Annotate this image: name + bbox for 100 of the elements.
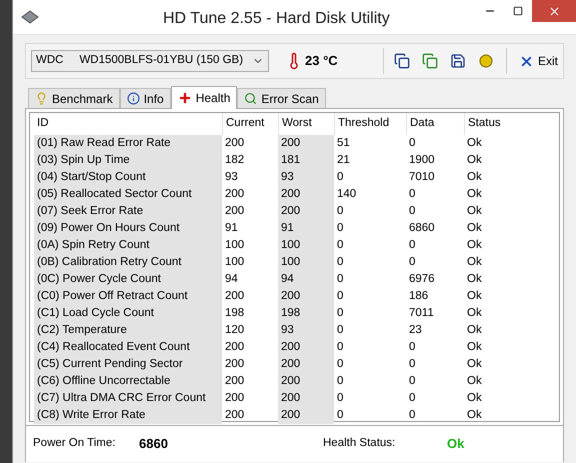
table-cell-text: 21: [336, 152, 351, 168]
table-cell-text: Ok: [466, 408, 483, 423]
table-cell-text: Ok: [466, 288, 483, 304]
table-cell: (C4) Reallocated Event Count: [34, 339, 222, 356]
table-cell: (C0) Power Off Retract Count: [34, 288, 222, 305]
drive-dropdown[interactable]: WDC WD1500BLFS-01YBU (150 GB): [31, 50, 269, 72]
table-cell-text: 0: [336, 254, 344, 270]
table-cell: 100: [278, 254, 334, 271]
table-cell-text: 0: [336, 220, 344, 236]
close-icon: [548, 4, 560, 18]
table-cell-text: 0: [336, 288, 344, 304]
table-cell: (C1) Load Cycle Count: [34, 305, 222, 322]
table-cell-text: 0: [408, 340, 416, 355]
table-cell-text: 182: [224, 152, 246, 168]
table-cell-text: 94: [224, 272, 239, 287]
magnifier-icon: [244, 92, 258, 105]
maximize-icon: [513, 6, 523, 16]
table-cell-text: 6976: [408, 272, 436, 287]
table-cell-text: 6860: [408, 220, 436, 236]
temperature-reading: 23 °C: [305, 52, 338, 70]
table-cell-text: 100: [224, 254, 246, 270]
table-cell: 93: [278, 322, 334, 339]
table-cell-text: 0: [336, 272, 344, 287]
table-cell-text: Ok: [466, 152, 483, 168]
table-cell: 200: [278, 356, 334, 373]
table-cell-text: 200: [224, 408, 246, 423]
table-cell-text: Ok: [466, 238, 483, 253]
table-cell: (03) Spin Up Time: [34, 152, 222, 169]
table-cell-text: 0: [408, 204, 416, 219]
column-header[interactable]: Threshold: [334, 113, 406, 135]
table-cell-text: 0: [336, 356, 344, 372]
table-cell: 200: [278, 186, 334, 203]
table-cell: (01) Raw Read Error Rate: [34, 135, 222, 152]
tab[interactable]: Error Scan: [237, 88, 326, 108]
table-cell-text: 200: [224, 288, 246, 304]
health-status-label: Health Status:: [323, 436, 396, 452]
table-cell-text: 0: [336, 322, 344, 338]
tab[interactable]: Health: [170, 86, 238, 109]
window-title: HD Tune 2.55 - Hard Disk Utility: [163, 9, 390, 29]
table-cell: 200: [278, 339, 334, 356]
table-cell: (C5) Current Pending Sector: [34, 356, 222, 373]
table-cell-text: 23: [408, 322, 423, 338]
table-cell-text: Ok: [466, 340, 483, 355]
table-cell: 200: [278, 373, 334, 390]
power-on-value: 6860: [139, 435, 169, 454]
table-cell: (07) Seek Error Rate: [34, 203, 222, 220]
table-cell-text: 91: [224, 220, 239, 236]
table-cell-text: 0: [408, 356, 416, 372]
table-cell-text: 200: [224, 204, 246, 219]
table-cell: 200: [278, 407, 334, 424]
table-cell: 200: [278, 288, 334, 305]
copy-all-button[interactable]: [420, 51, 440, 71]
table-cell-text: 0: [336, 170, 344, 185]
table-cell-text: Ok: [466, 356, 483, 372]
table-cell: (C8) Write Error Rate: [34, 407, 222, 424]
table-cell: (05) Reallocated Sector Count: [34, 186, 222, 203]
table-cell-text: 200: [224, 390, 246, 406]
table-cell: (04) Start/Stop Count: [34, 169, 222, 186]
table-cell: (C7) Ultra DMA CRC Error Count: [34, 390, 222, 407]
table-cell: (09) Power On Hours Count: [34, 220, 222, 237]
table-cell-text: 140: [336, 186, 358, 202]
table-cell-text: 120: [224, 322, 246, 338]
power-on-label: Power On Time:: [33, 436, 116, 452]
copy-icon: [422, 53, 438, 69]
column-header[interactable]: ID: [34, 113, 222, 135]
tab[interactable]: Benchmark: [28, 88, 120, 108]
table-cell-text: 0: [336, 340, 344, 355]
copy-button[interactable]: [392, 51, 412, 71]
table-cell-text: Ok: [466, 186, 483, 202]
table-cell-text: 0: [408, 136, 416, 151]
table-cell-text: 1900: [408, 152, 436, 168]
column-header[interactable]: Data: [406, 113, 464, 135]
table-cell-text: 0: [336, 204, 344, 219]
tab[interactable]: Info: [120, 88, 171, 108]
column-header[interactable]: Current: [222, 113, 278, 135]
table-cell-text: 0: [408, 390, 416, 406]
table-cell-text: 0: [336, 374, 344, 389]
table-cell-text: Ok: [466, 272, 483, 287]
table-cell-text: 0: [408, 374, 416, 389]
table-cell-text: Ok: [466, 322, 483, 338]
table-cell-text: 0: [336, 390, 344, 406]
table-cell-text: 0: [336, 306, 344, 321]
table-cell-text: 0: [336, 408, 344, 423]
table-cell-text: 0: [408, 408, 416, 423]
table-cell-text: Ok: [466, 170, 483, 185]
table-cell-text: 93: [224, 170, 239, 185]
table-cell-text: 198: [224, 306, 246, 321]
table-cell-text: 200: [224, 340, 246, 355]
table-cell-text: 0: [408, 238, 416, 253]
table-cell-text: Ok: [466, 220, 483, 236]
cross-icon: [178, 91, 192, 105]
table-cell-text: Ok: [466, 136, 483, 151]
exit-button[interactable]: Exit: [506, 48, 558, 74]
table-cell-text: 186: [408, 288, 430, 304]
copy-icon: [394, 53, 410, 69]
lightbulb-icon: [35, 92, 48, 105]
column-header[interactable]: Status: [464, 113, 524, 135]
table-cell: (0C) Power Cycle Count: [34, 271, 222, 288]
table-cell: (C2) Temperature: [34, 322, 222, 339]
table-cell-text: 7011: [408, 306, 435, 321]
